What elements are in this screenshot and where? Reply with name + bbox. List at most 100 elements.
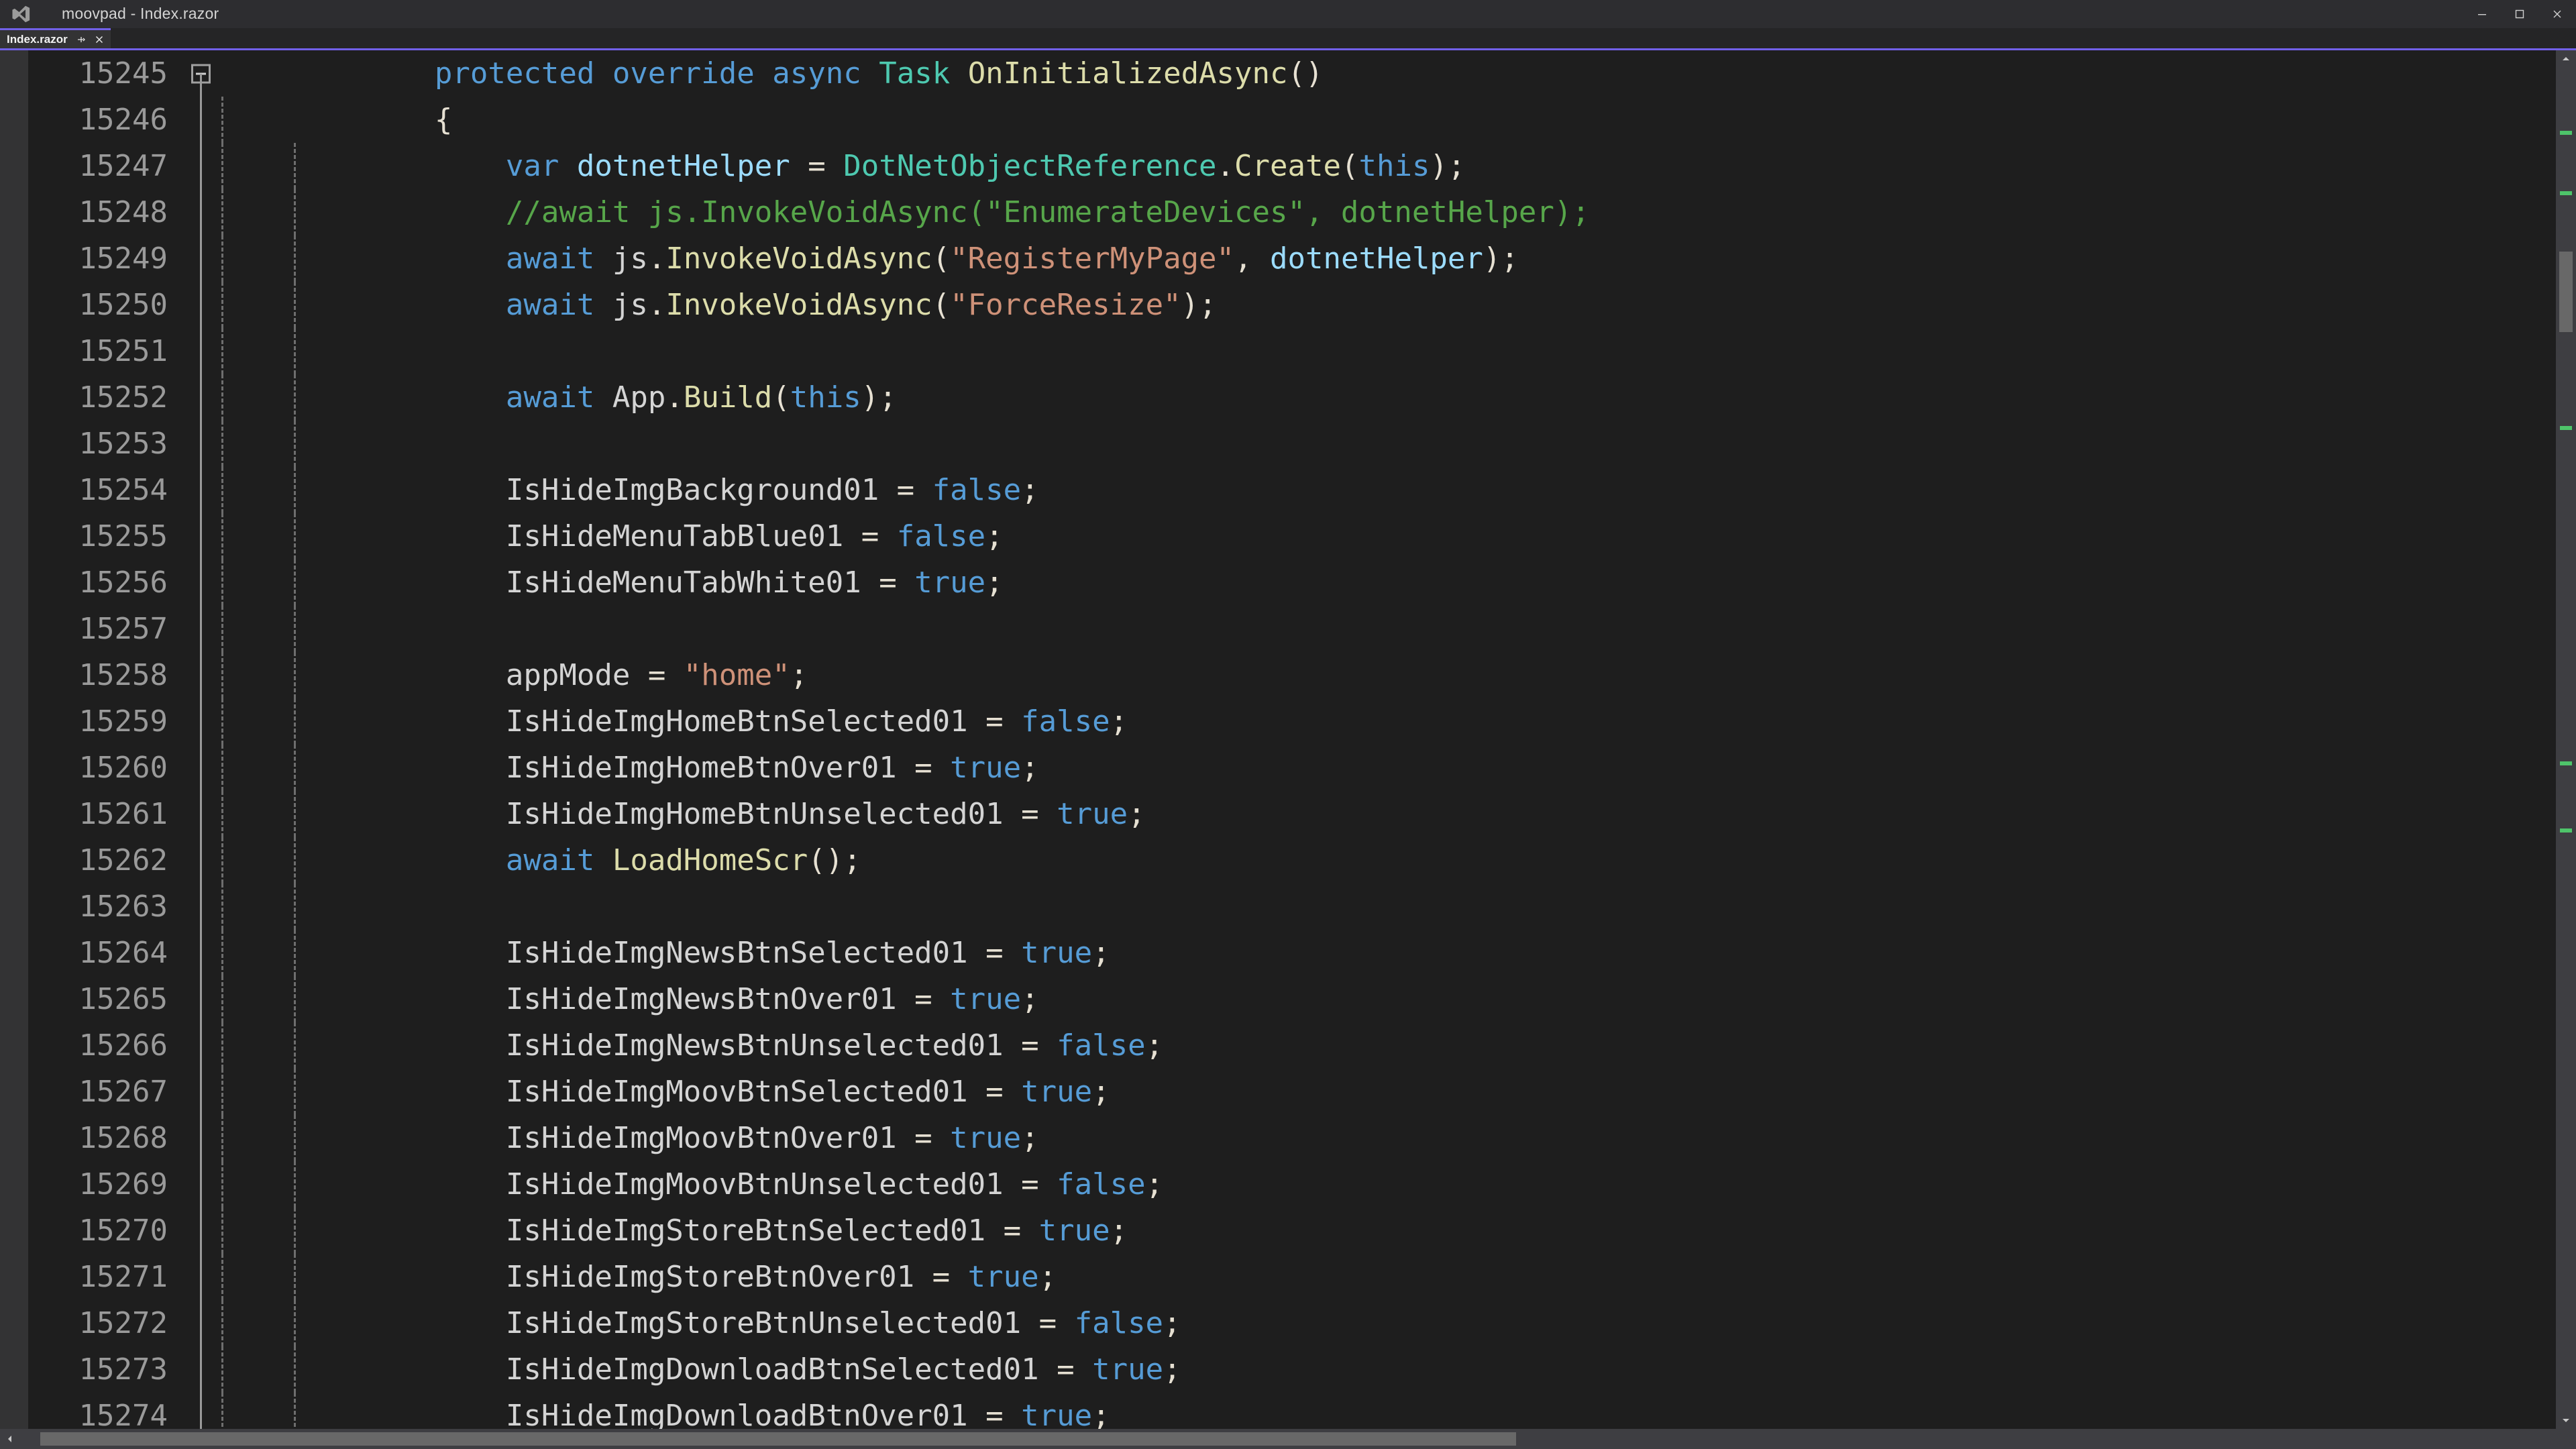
code-text[interactable]: IsHideImgMoovBtnOver01 = true; — [292, 1121, 2556, 1155]
code-line[interactable]: 15246 { — [28, 97, 2556, 143]
code-line[interactable]: 15248 //await js.InvokeVoidAsync("Enumer… — [28, 189, 2556, 235]
outlining-column[interactable] — [182, 97, 219, 143]
outlining-column[interactable] — [182, 1208, 219, 1254]
outlining-column[interactable] — [182, 1115, 219, 1161]
code-line[interactable]: 15247 var dotnetHelper = DotNetObjectRef… — [28, 143, 2556, 189]
code-line[interactable]: 15264 IsHideImgNewsBtnSelected01 = true; — [28, 930, 2556, 976]
code-text[interactable]: IsHideImgHomeBtnOver01 = true; — [292, 751, 2556, 785]
outlining-column[interactable] — [182, 837, 219, 883]
code-line[interactable]: 15271 IsHideImgStoreBtnOver01 = true; — [28, 1254, 2556, 1300]
breakpoint-margin[interactable] — [0, 50, 28, 1429]
code-text[interactable]: protected override async Task OnInitiali… — [292, 56, 2556, 91]
pin-icon[interactable] — [74, 34, 87, 46]
code-line[interactable]: 15251 — [28, 328, 2556, 374]
code-line[interactable]: 15245 protected override async Task OnIn… — [28, 50, 2556, 97]
code-line[interactable]: 15250 await js.InvokeVoidAsync("ForceRes… — [28, 282, 2556, 328]
minimize-button[interactable] — [2463, 0, 2501, 28]
outlining-column[interactable] — [182, 189, 219, 235]
code-text[interactable]: { — [292, 103, 2556, 137]
code-line[interactable]: 15258 appMode = "home"; — [28, 652, 2556, 698]
outlining-column[interactable] — [182, 50, 219, 97]
code-line[interactable]: 15254 IsHideImgBackground01 = false; — [28, 467, 2556, 513]
code-text[interactable]: await js.InvokeVoidAsync("ForceResize"); — [292, 288, 2556, 322]
code-line[interactable]: 15255 IsHideMenuTabBlue01 = false; — [28, 513, 2556, 559]
code-text[interactable]: IsHideImgBackground01 = false; — [292, 473, 2556, 507]
outlining-column[interactable] — [182, 745, 219, 791]
scroll-down-arrow-icon[interactable] — [2556, 1411, 2576, 1429]
outlining-column[interactable] — [182, 1393, 219, 1429]
code-line[interactable]: 15267 IsHideImgMoovBtnSelected01 = true; — [28, 1069, 2556, 1115]
code-line[interactable]: 15259 IsHideImgHomeBtnSelected01 = false… — [28, 698, 2556, 745]
horizontal-scrollbar-thumb[interactable] — [40, 1432, 1516, 1446]
code-text[interactable]: IsHideImgHomeBtnUnselected01 = true; — [292, 797, 2556, 831]
outlining-column[interactable] — [182, 559, 219, 606]
outlining-column[interactable] — [182, 976, 219, 1022]
scroll-left-arrow-icon[interactable] — [0, 1429, 20, 1449]
code-text[interactable]: IsHideImgDownloadBtnSelected01 = true; — [292, 1352, 2556, 1387]
outlining-column[interactable] — [182, 930, 219, 976]
outlining-column[interactable] — [182, 143, 219, 189]
outlining-column[interactable] — [182, 328, 219, 374]
outlining-column[interactable] — [182, 1022, 219, 1069]
outlining-column[interactable] — [182, 1069, 219, 1115]
code-line[interactable]: 15262 await LoadHomeScr(); — [28, 837, 2556, 883]
outlining-column[interactable] — [182, 421, 219, 467]
tab-index-razor[interactable]: Index.razor — [0, 28, 111, 48]
outlining-column[interactable] — [182, 1254, 219, 1300]
code-text[interactable]: IsHideImgNewsBtnOver01 = true; — [292, 982, 2556, 1016]
code-line[interactable]: 15249 await js.InvokeVoidAsync("Register… — [28, 235, 2556, 282]
code-line[interactable]: 15257 — [28, 606, 2556, 652]
code-line[interactable]: 15270 IsHideImgStoreBtnSelected01 = true… — [28, 1208, 2556, 1254]
close-button[interactable] — [2538, 0, 2576, 28]
scroll-up-arrow-icon[interactable] — [2556, 50, 2576, 68]
outlining-column[interactable] — [182, 791, 219, 837]
code-text[interactable]: IsHideImgNewsBtnSelected01 = true; — [292, 936, 2556, 970]
code-line[interactable]: 15265 IsHideImgNewsBtnOver01 = true; — [28, 976, 2556, 1022]
code-text[interactable]: IsHideImgStoreBtnUnselected01 = false; — [292, 1306, 2556, 1340]
vertical-scrollbar-thumb[interactable] — [2559, 252, 2573, 332]
code-text[interactable]: IsHideMenuTabWhite01 = true; — [292, 566, 2556, 600]
maximize-button[interactable] — [2501, 0, 2538, 28]
code-text[interactable]: IsHideImgMoovBtnSelected01 = true; — [292, 1075, 2556, 1109]
code-line[interactable]: 15266 IsHideImgNewsBtnUnselected01 = fal… — [28, 1022, 2556, 1069]
outlining-column[interactable] — [182, 235, 219, 282]
close-icon[interactable] — [93, 34, 105, 46]
code-line[interactable]: 15273 IsHideImgDownloadBtnSelected01 = t… — [28, 1346, 2556, 1393]
horizontal-scrollbar[interactable] — [0, 1429, 2576, 1449]
outlining-column[interactable] — [182, 606, 219, 652]
code-line[interactable]: 15274 IsHideImgDownloadBtnOver01 = true; — [28, 1393, 2556, 1429]
code-text[interactable]: //await js.InvokeVoidAsync("EnumerateDev… — [292, 195, 2556, 229]
code-surface[interactable]: 15245 protected override async Task OnIn… — [28, 50, 2556, 1429]
code-text[interactable]: await App.Build(this); — [292, 380, 2556, 415]
vertical-scrollbar[interactable] — [2556, 50, 2576, 1429]
outlining-column[interactable] — [182, 698, 219, 745]
code-line[interactable]: 15253 — [28, 421, 2556, 467]
code-text[interactable]: IsHideImgDownloadBtnOver01 = true; — [292, 1399, 2556, 1429]
code-text[interactable]: var dotnetHelper = DotNetObjectReference… — [292, 149, 2556, 183]
code-line[interactable]: 15268 IsHideImgMoovBtnOver01 = true; — [28, 1115, 2556, 1161]
code-text[interactable]: await js.InvokeVoidAsync("RegisterMyPage… — [292, 241, 2556, 276]
code-text[interactable]: IsHideImgNewsBtnUnselected01 = false; — [292, 1028, 2556, 1063]
outlining-column[interactable] — [182, 652, 219, 698]
code-text[interactable]: appMode = "home"; — [292, 658, 2556, 692]
outlining-column[interactable] — [182, 513, 219, 559]
outlining-column[interactable] — [182, 467, 219, 513]
code-text[interactable]: IsHideImgHomeBtnSelected01 = false; — [292, 704, 2556, 739]
code-line[interactable]: 15252 await App.Build(this); — [28, 374, 2556, 421]
outlining-column[interactable] — [182, 1346, 219, 1393]
code-line[interactable]: 15272 IsHideImgStoreBtnUnselected01 = fa… — [28, 1300, 2556, 1346]
outlining-column[interactable] — [182, 883, 219, 930]
code-text[interactable]: await LoadHomeScr(); — [292, 843, 2556, 877]
code-text[interactable]: IsHideImgStoreBtnSelected01 = true; — [292, 1214, 2556, 1248]
outlining-column[interactable] — [182, 1161, 219, 1208]
code-text[interactable]: IsHideMenuTabBlue01 = false; — [292, 519, 2556, 553]
code-line[interactable]: 15261 IsHideImgHomeBtnUnselected01 = tru… — [28, 791, 2556, 837]
code-line[interactable]: 15269 IsHideImgMoovBtnUnselected01 = fal… — [28, 1161, 2556, 1208]
code-text[interactable]: IsHideImgStoreBtnOver01 = true; — [292, 1260, 2556, 1294]
code-text[interactable]: IsHideImgMoovBtnUnselected01 = false; — [292, 1167, 2556, 1201]
outlining-column[interactable] — [182, 374, 219, 421]
outlining-column[interactable] — [182, 282, 219, 328]
code-line[interactable]: 15263 — [28, 883, 2556, 930]
code-line[interactable]: 15256 IsHideMenuTabWhite01 = true; — [28, 559, 2556, 606]
code-line[interactable]: 15260 IsHideImgHomeBtnOver01 = true; — [28, 745, 2556, 791]
